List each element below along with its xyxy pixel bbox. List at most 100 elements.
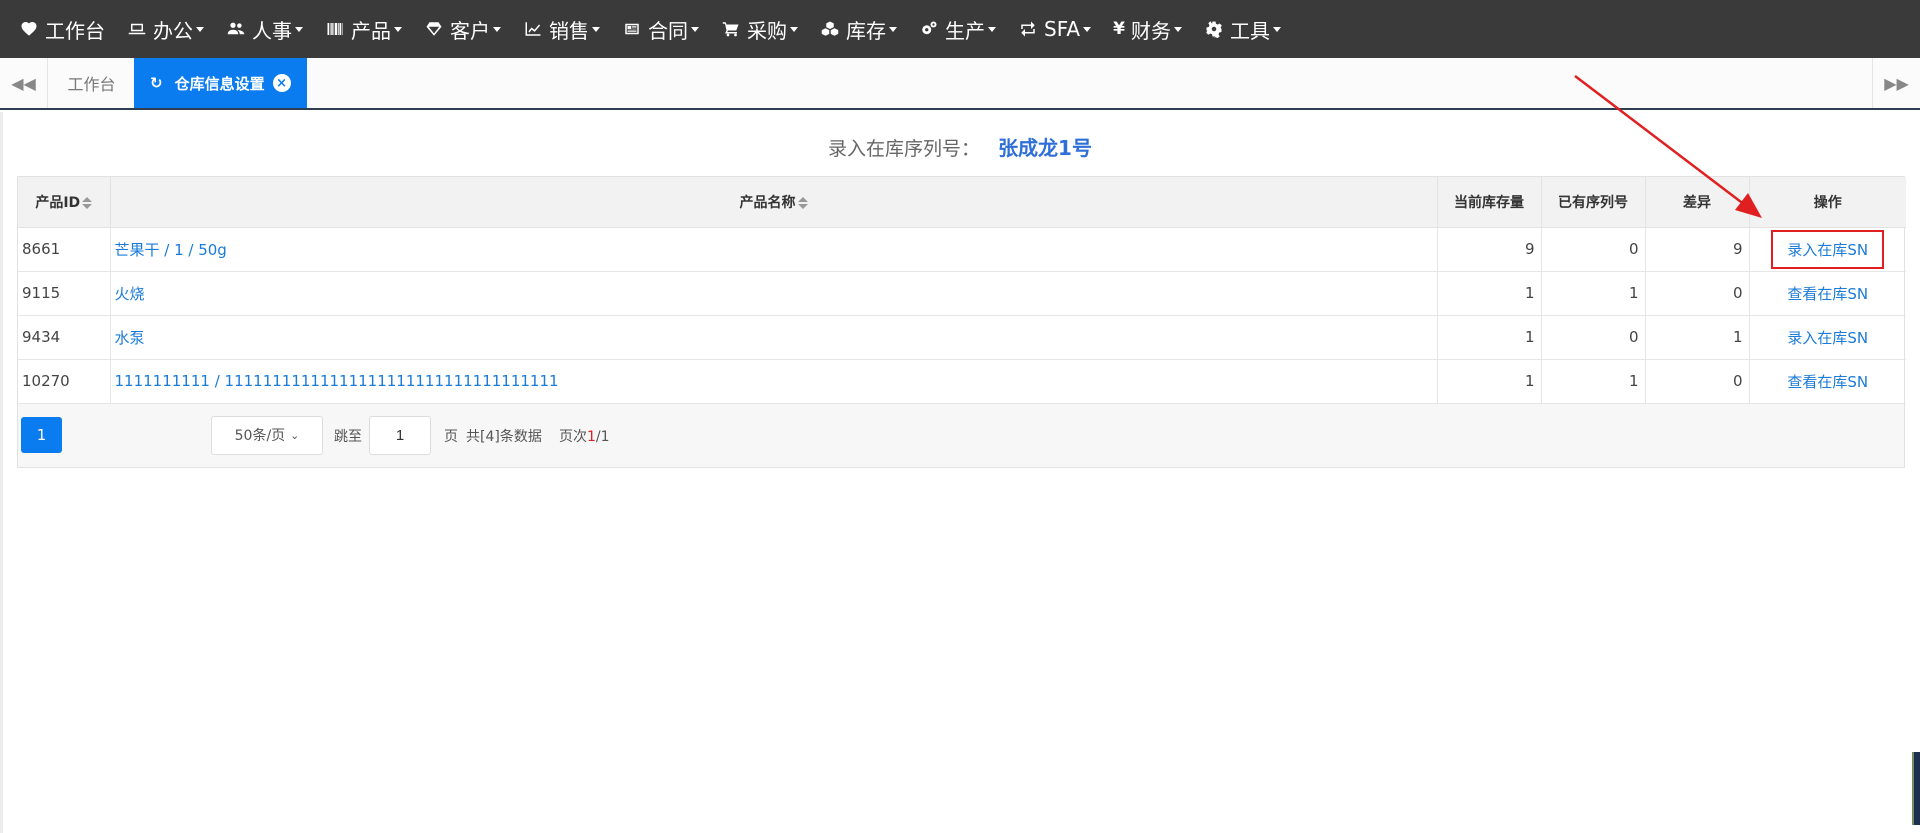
product-link[interactable]: 水泵 xyxy=(115,329,145,347)
header-label: 产品ID xyxy=(35,194,81,211)
nav-label: 生产 xyxy=(945,18,985,43)
refresh-icon[interactable]: ↻ xyxy=(150,74,163,92)
top-nav: 工作台 办公 人事 产品 客户 销售 合同 采购 库存 生产 SFA ¥ 财务 … xyxy=(0,0,1920,58)
total-count: 共[4]条数据 xyxy=(466,428,542,445)
nav-label: 工具 xyxy=(1230,18,1271,43)
product-link[interactable]: 芒果干 / 1 / 50g xyxy=(115,241,227,259)
nav-label: 人事 xyxy=(252,18,292,43)
cubes-icon xyxy=(820,19,840,39)
table-row: 9434 水泵 1 0 1 录入在库SN xyxy=(18,315,1906,360)
cell-stock: 1 xyxy=(1437,315,1542,360)
header-product-id[interactable]: 产品ID xyxy=(18,177,111,228)
tab-scroll-left-button[interactable]: ◀◀ xyxy=(0,58,48,108)
sort-icon[interactable] xyxy=(82,196,93,209)
title-label: 录入在库序列号： xyxy=(828,138,981,160)
nav-label: 产品 xyxy=(351,18,391,43)
table-header-row: 产品ID 产品名称 当前库存量 已有序列号 差异 操作 xyxy=(18,177,1906,228)
retweet-icon xyxy=(1018,19,1038,39)
header-current-stock: 当前库存量 xyxy=(1437,177,1542,228)
nav-item-production[interactable]: 生产 xyxy=(908,0,1007,58)
cell-product-name: 水泵 xyxy=(110,315,1438,360)
nav-item-workbench[interactable]: 工作台 xyxy=(8,0,116,58)
product-link[interactable]: 火烧 xyxy=(115,285,145,303)
header-product-name[interactable]: 产品名称 xyxy=(110,177,1438,228)
scrollbar-thumb[interactable] xyxy=(1912,752,1920,825)
page-count-total: /1 xyxy=(595,428,610,445)
close-icon[interactable]: × xyxy=(272,74,291,92)
cell-stock: 9 xyxy=(1437,227,1542,272)
page-count-current: 1 xyxy=(587,428,596,445)
heart-icon xyxy=(19,19,39,39)
cell-operation: 查看在库SN xyxy=(1749,359,1906,404)
cell-operation: 查看在库SN xyxy=(1749,271,1906,316)
caret-down-icon xyxy=(988,26,996,32)
product-link[interactable]: 1111111111 / 111111111111111111111111111… xyxy=(115,372,559,390)
view-sn-link[interactable]: 查看在库SN xyxy=(1787,373,1868,391)
cell-product-name: 1111111111 / 111111111111111111111111111… xyxy=(110,359,1438,404)
inventory-table: 产品ID 产品名称 当前库存量 已有序列号 差异 操作 8661 芒果干 / 1… xyxy=(17,176,1906,468)
cell-product-id: 9434 xyxy=(18,315,111,360)
barcode-icon xyxy=(325,19,345,39)
laptop-icon xyxy=(127,19,147,39)
nav-label: 办公 xyxy=(153,18,193,43)
nav-label: SFA xyxy=(1044,17,1081,41)
caret-down-icon xyxy=(1083,26,1092,32)
nav-item-purchase[interactable]: 采购 xyxy=(710,0,809,58)
page-count: 页次1/1 xyxy=(559,426,610,446)
tab-warehouse-settings[interactable]: ↻ 仓库信息设置 × xyxy=(134,58,307,108)
header-label: 产品名称 xyxy=(739,194,796,211)
nav-label: 客户 xyxy=(450,18,490,43)
nav-label: 工作台 xyxy=(45,18,105,43)
table-row: 9115 火烧 1 1 0 查看在库SN xyxy=(18,271,1906,316)
cell-stock: 1 xyxy=(1437,271,1542,316)
warehouse-name: 张成龙1号 xyxy=(998,136,1092,160)
cell-product-id: 8661 xyxy=(18,227,111,272)
cell-stock: 1 xyxy=(1437,359,1542,404)
nav-item-finance[interactable]: ¥ 财务 xyxy=(1102,0,1193,58)
cogs-icon xyxy=(919,19,939,39)
nav-item-sales[interactable]: 销售 xyxy=(512,0,611,58)
nav-label: 库存 xyxy=(846,18,886,43)
view-sn-link[interactable]: 查看在库SN xyxy=(1787,285,1868,303)
nav-item-hr[interactable]: 人事 xyxy=(215,0,314,58)
caret-down-icon xyxy=(790,26,798,32)
cell-product-name: 芒果干 / 1 / 50g xyxy=(110,227,1438,272)
double-right-arrow-icon: ▶▶ xyxy=(1884,73,1909,93)
caret-down-icon xyxy=(493,26,501,32)
page-button-current[interactable]: 1 xyxy=(21,416,62,453)
cell-diff: 0 xyxy=(1645,359,1750,404)
pagination: 1 50条/页⌄ 跳至 页 共[4]条数据 页次1/1 xyxy=(18,403,1904,467)
diamond-icon xyxy=(424,19,444,39)
jump-page-input[interactable] xyxy=(369,415,431,455)
cell-product-name: 火烧 xyxy=(110,271,1438,316)
caret-down-icon xyxy=(691,26,699,32)
line-chart-icon xyxy=(523,19,543,39)
nav-item-office[interactable]: 办公 xyxy=(116,0,215,58)
enter-sn-link[interactable]: 录入在库SN xyxy=(1787,329,1868,347)
page-size-value: 50条/页 xyxy=(234,428,286,444)
newspaper-icon xyxy=(622,19,642,39)
cell-diff: 9 xyxy=(1645,227,1750,272)
page-size-select[interactable]: 50条/页 ⌄ xyxy=(211,415,323,455)
tab-scroll-right-button[interactable]: ▶▶ xyxy=(1872,58,1920,108)
nav-item-product[interactable]: 产品 xyxy=(314,0,413,58)
page-title: 录入在库序列号： 张成龙1号 xyxy=(0,132,1920,161)
nav-label: 采购 xyxy=(747,18,787,43)
nav-item-contract[interactable]: 合同 xyxy=(611,0,710,58)
nav-item-customer[interactable]: 客户 xyxy=(413,0,512,58)
users-icon xyxy=(226,19,246,39)
nav-item-sfa[interactable]: SFA xyxy=(1007,0,1102,58)
header-operation: 操作 xyxy=(1749,177,1906,228)
highlight-box: 录入在库SN xyxy=(1771,229,1885,269)
nav-item-inventory[interactable]: 库存 xyxy=(809,0,908,58)
cell-diff: 1 xyxy=(1645,315,1750,360)
enter-sn-link[interactable]: 录入在库SN xyxy=(1787,241,1868,259)
table-row: 8661 芒果干 / 1 / 50g 9 0 9 录入在库SN xyxy=(18,227,1906,272)
header-existing-serials: 已有序列号 xyxy=(1541,177,1646,228)
caret-down-icon xyxy=(295,26,303,32)
tab-workbench[interactable]: 工作台 xyxy=(50,58,133,108)
table-row: 10270 1111111111 / 111111111111111111111… xyxy=(18,359,1906,404)
sort-icon[interactable] xyxy=(797,196,808,209)
caret-down-icon xyxy=(889,26,897,32)
nav-item-tools[interactable]: 工具 xyxy=(1193,0,1292,58)
